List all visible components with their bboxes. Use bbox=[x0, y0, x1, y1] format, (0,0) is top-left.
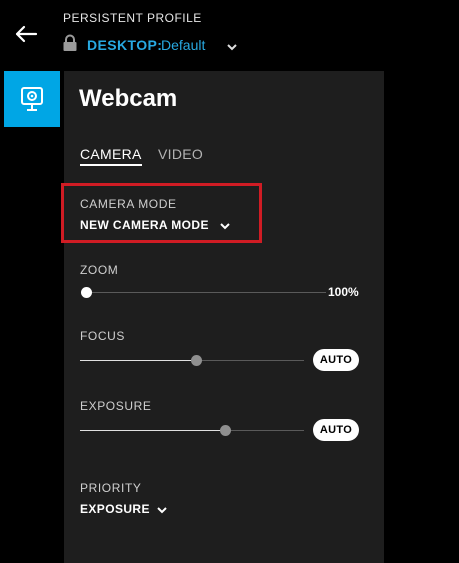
zoom-value: 100% bbox=[328, 285, 359, 299]
lock-icon bbox=[62, 34, 78, 52]
exposure-auto-button[interactable]: AUTO bbox=[313, 419, 359, 441]
back-arrow-icon[interactable] bbox=[14, 22, 38, 46]
camera-mode-highlight bbox=[61, 183, 262, 243]
active-tab-underline bbox=[80, 164, 142, 166]
zoom-label: ZOOM bbox=[80, 263, 119, 277]
focus-auto-button[interactable]: AUTO bbox=[313, 349, 359, 371]
focus-label: FOCUS bbox=[80, 329, 125, 343]
priority-dropdown[interactable]: EXPOSURE bbox=[80, 502, 150, 516]
tab-camera[interactable]: CAMERA bbox=[80, 146, 142, 162]
page-title: Webcam bbox=[79, 85, 178, 112]
tab-video[interactable]: VIDEO bbox=[158, 146, 203, 162]
profile-value[interactable]: Default bbox=[161, 37, 205, 53]
profile-label: PERSISTENT PROFILE bbox=[63, 11, 202, 25]
exposure-label: EXPOSURE bbox=[80, 399, 152, 413]
zoom-slider-track[interactable] bbox=[86, 292, 326, 293]
zoom-slider-thumb[interactable] bbox=[80, 287, 92, 298]
webcam-icon bbox=[21, 87, 43, 111]
camera-mode-label: CAMERA MODE bbox=[80, 197, 177, 211]
chevron-down-icon[interactable] bbox=[219, 219, 231, 231]
camera-mode-dropdown[interactable]: NEW CAMERA MODE bbox=[80, 218, 209, 232]
sidebar-item-webcam[interactable] bbox=[4, 71, 60, 127]
chevron-down-icon[interactable] bbox=[156, 503, 168, 515]
exposure-slider-fill bbox=[80, 430, 226, 431]
profile-key[interactable]: DESKTOP: bbox=[87, 37, 162, 53]
focus-slider-fill bbox=[80, 360, 197, 361]
priority-label: PRIORITY bbox=[80, 481, 142, 495]
focus-slider-thumb[interactable] bbox=[190, 355, 202, 366]
chevron-down-icon[interactable] bbox=[226, 40, 238, 52]
